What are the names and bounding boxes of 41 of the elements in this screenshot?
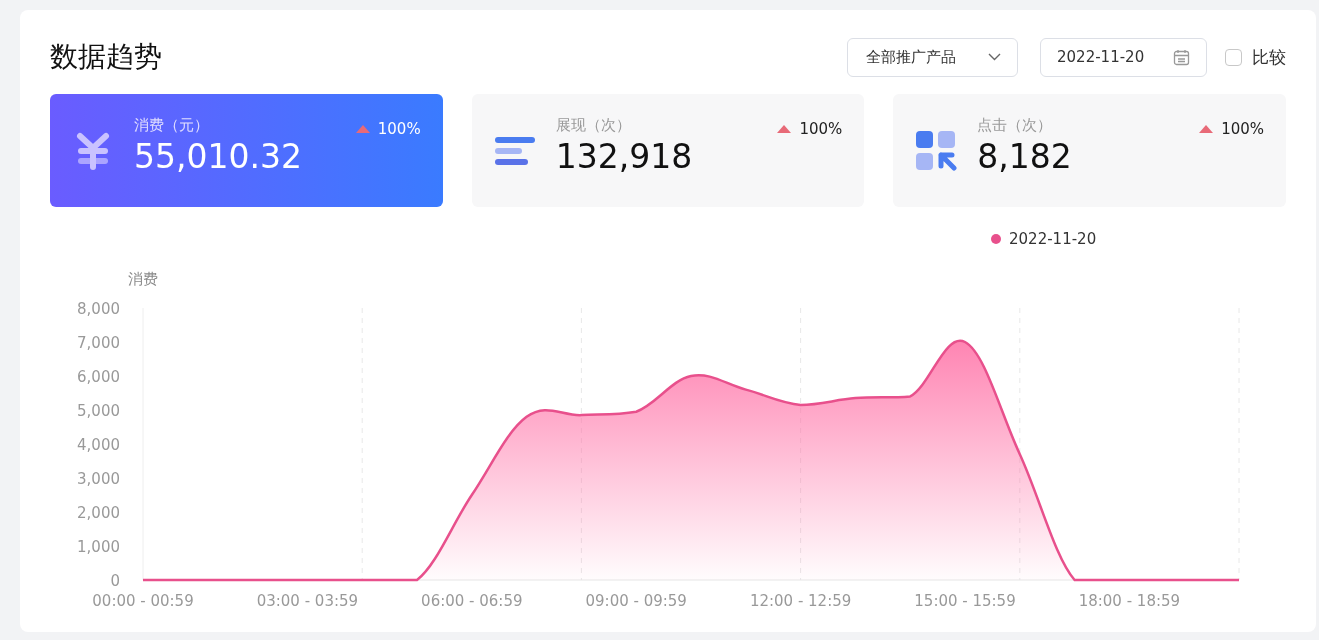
x-tick-label: 03:00 - 03:59 bbox=[256, 592, 359, 610]
metric-value: 8,182 bbox=[977, 137, 1073, 176]
up-triangle-icon bbox=[355, 125, 370, 133]
y-tick-label: 4,000 bbox=[77, 436, 120, 454]
y-tick-label: 0 bbox=[110, 572, 120, 590]
x-tick-label: 06:00 - 06:59 bbox=[421, 592, 523, 610]
x-tick-label: 15:00 - 15:59 bbox=[914, 592, 1016, 610]
metric-card[interactable]: 消费（元） 55,010.32 100% bbox=[50, 94, 443, 207]
x-tick-label: 09:00 - 09:59 bbox=[585, 592, 687, 610]
section-title: 数据趋势 bbox=[50, 39, 163, 75]
y-axis-title: 消费 bbox=[128, 270, 158, 288]
metric-label: 展现（次） bbox=[555, 116, 632, 135]
chevron-down-icon bbox=[988, 53, 1001, 61]
metric-label: 消费（元） bbox=[134, 116, 210, 135]
product-dropdown[interactable]: 全部推广产品 bbox=[847, 37, 1018, 77]
up-triangle-icon bbox=[1199, 125, 1214, 133]
grid-icon bbox=[915, 130, 958, 172]
metric-card[interactable]: 展现（次） 132,918 100% bbox=[471, 94, 865, 207]
legend-label: 2022-11-20 bbox=[1009, 230, 1097, 248]
y-tick-label: 6,000 bbox=[77, 368, 120, 386]
metric-value: 132,918 bbox=[555, 137, 694, 176]
metric-card[interactable]: 点击（次） 8,182 100% bbox=[893, 94, 1286, 207]
y-tick-label: 1,000 bbox=[77, 538, 120, 556]
metric-label: 点击（次） bbox=[977, 116, 1054, 135]
metric-change: 100% bbox=[799, 120, 843, 138]
date-field[interactable]: 2022-11-20 bbox=[1040, 37, 1207, 77]
y-tick-label: 7,000 bbox=[77, 334, 120, 352]
x-tick-label: 00:00 - 00:59 bbox=[92, 592, 194, 610]
compare-label: 比较 bbox=[1252, 45, 1286, 69]
y-tick-label: 8,000 bbox=[77, 300, 120, 318]
y-tick-label: 2,000 bbox=[77, 504, 120, 522]
x-tick-label: 18:00 - 18:59 bbox=[1078, 592, 1181, 610]
y-tick-label: 5,000 bbox=[77, 402, 120, 420]
calendar-icon bbox=[1173, 48, 1190, 66]
y-tick-label: 3,000 bbox=[77, 470, 120, 488]
compare-checkbox[interactable] bbox=[1225, 48, 1242, 66]
metric-change: 100% bbox=[377, 120, 421, 138]
metric-change: 100% bbox=[1221, 120, 1264, 138]
x-tick-label: 12:00 - 12:59 bbox=[749, 592, 852, 610]
metric-value: 55,010.32 bbox=[134, 137, 303, 176]
up-triangle-icon bbox=[777, 125, 792, 133]
